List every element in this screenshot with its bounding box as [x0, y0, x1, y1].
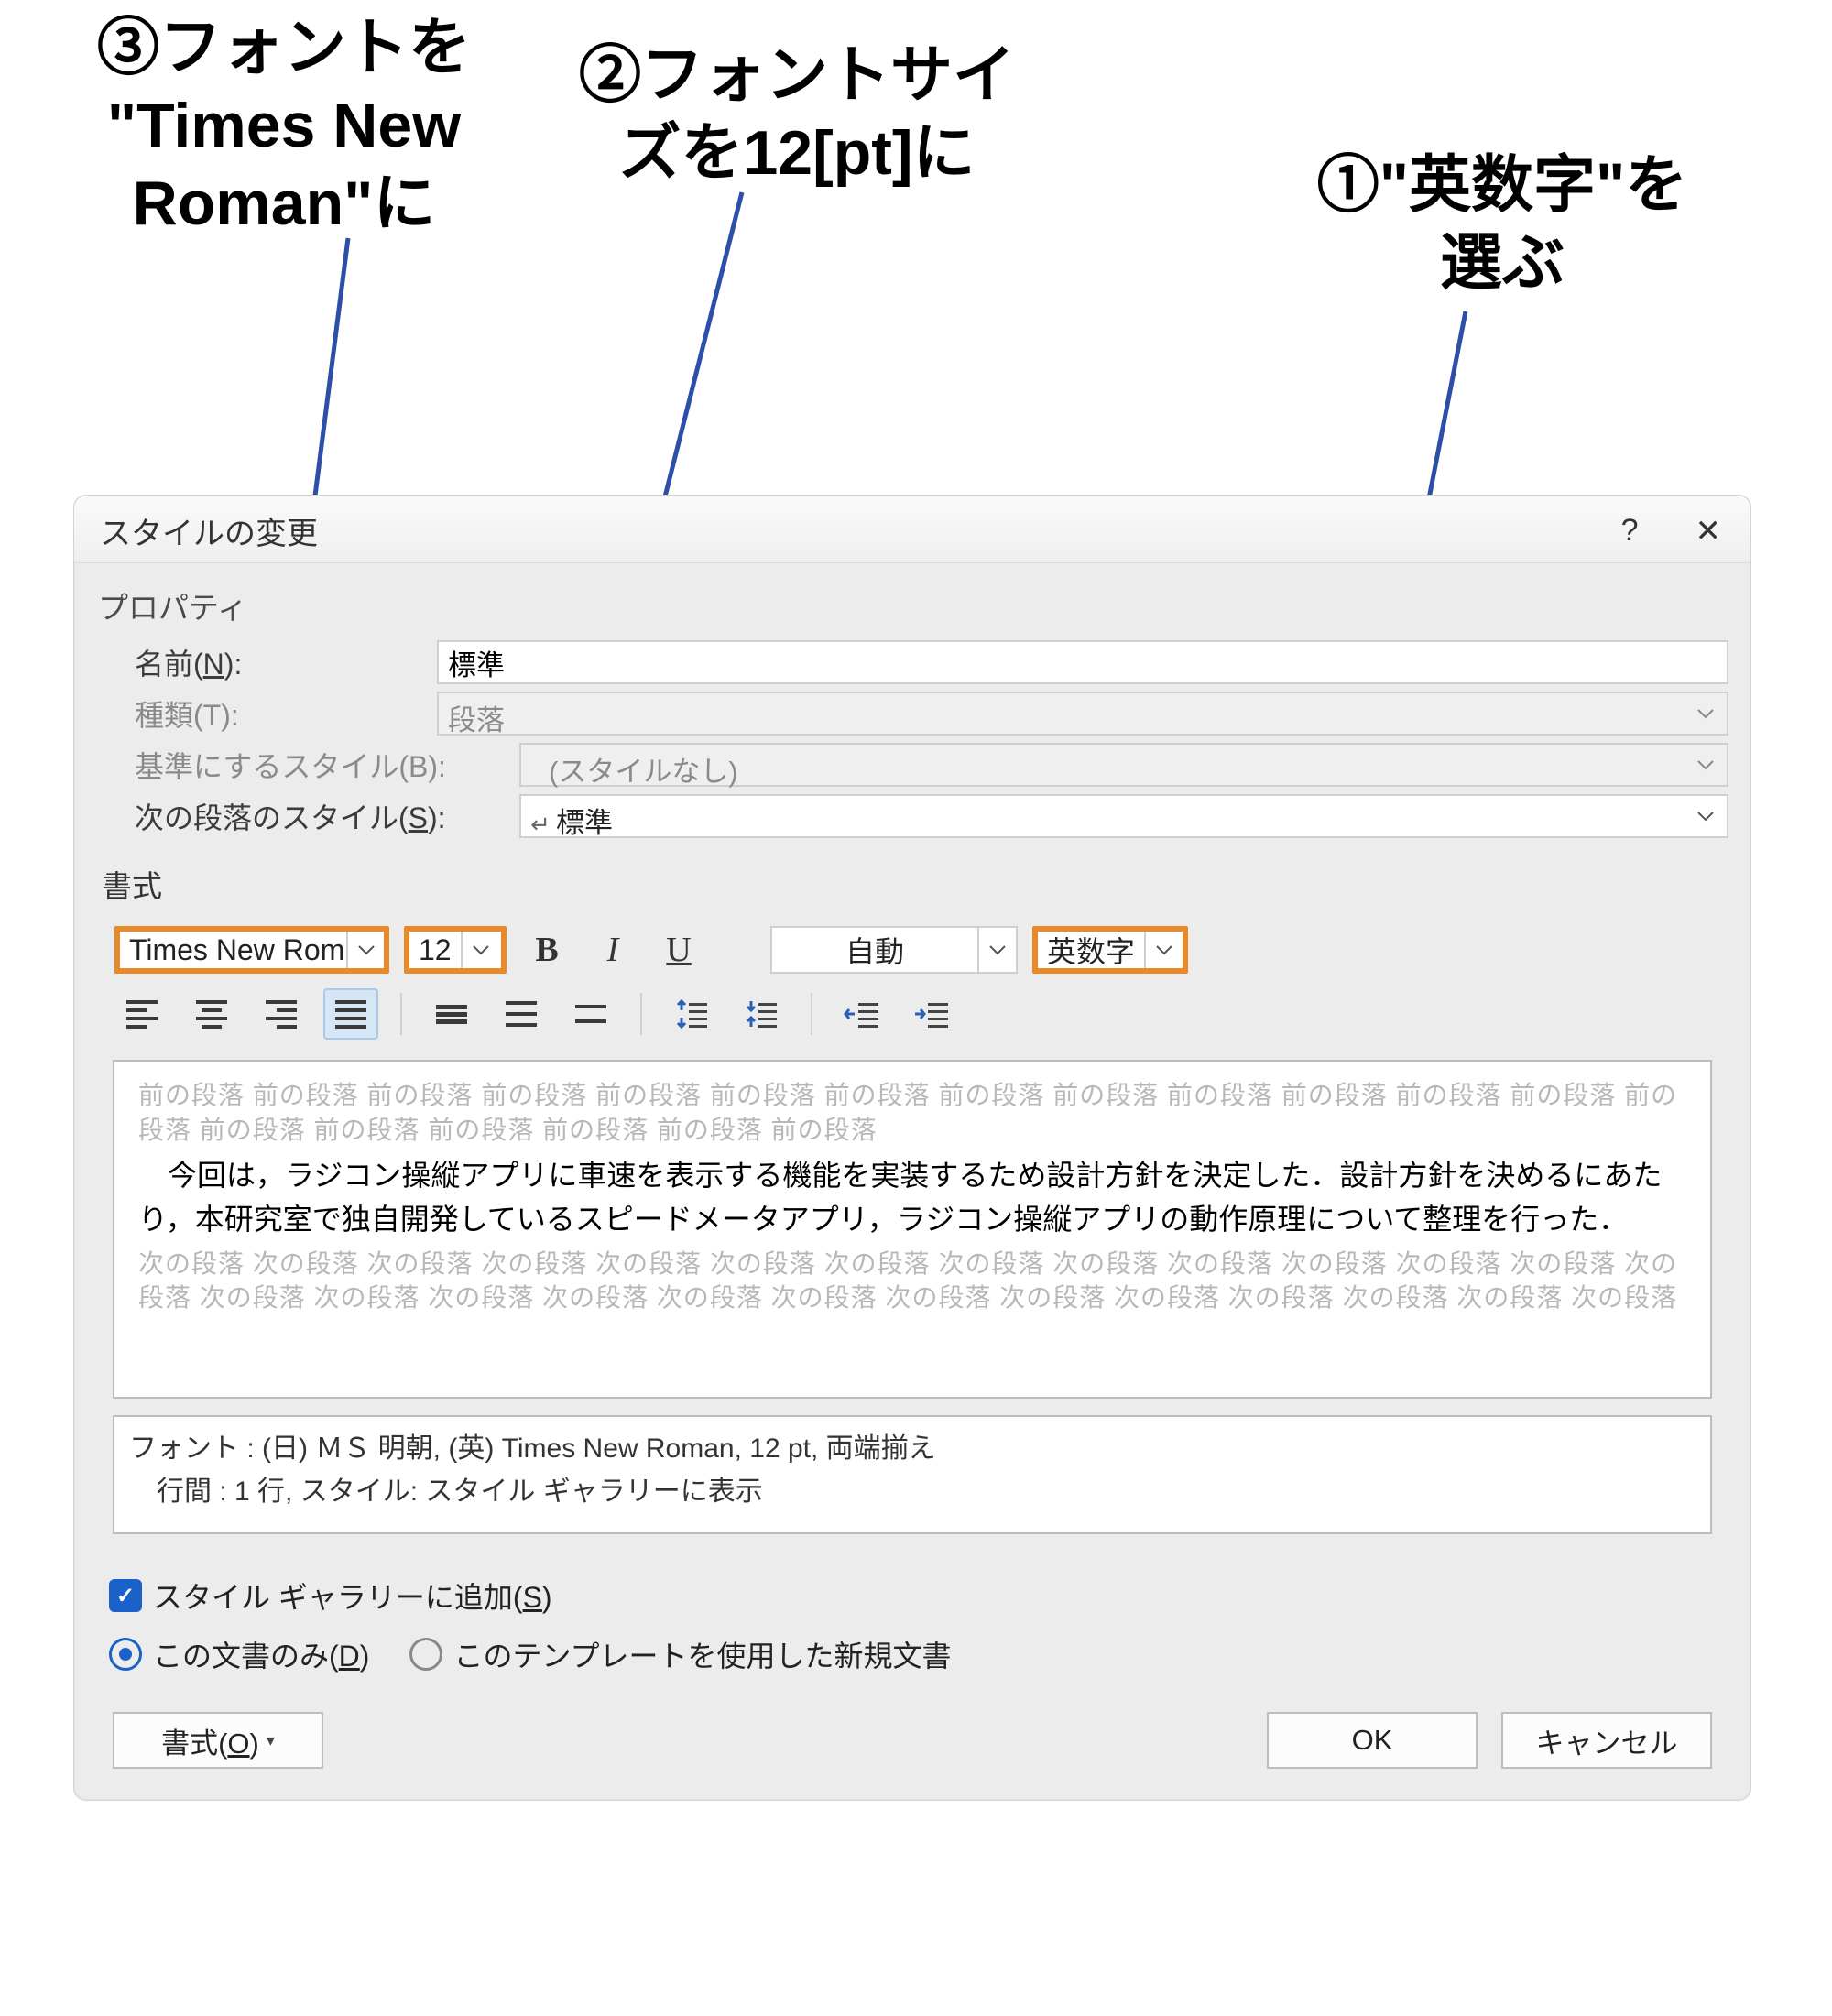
radio-icon — [409, 1638, 442, 1671]
checkbox-add-to-gallery[interactable]: ✓ スタイル ギャラリーに追加(S) — [109, 1575, 552, 1617]
radio-this-document[interactable]: この文書のみ(D) — [109, 1633, 369, 1675]
label-next-style: 次の段落のスタイル(S): — [96, 795, 519, 837]
preview-next-paragraph: 次の段落 次の段落 次の段落 次の段落 次の段落 次の段落 次の段落 次の段落 … — [138, 1247, 1686, 1316]
section-properties: プロパティ — [98, 583, 1728, 627]
italic-button[interactable]: I — [587, 924, 638, 975]
indent-decrease-button[interactable] — [834, 988, 889, 1040]
combo-next-style[interactable]: ↵標準 — [519, 794, 1728, 838]
bold-button[interactable]: B — [521, 924, 572, 975]
summary-line-1: フォント : (日) ＭＳ 明朝, (英) Times New Roman, 1… — [129, 1428, 1696, 1471]
label-based-on: 基準にするスタイル(B): — [96, 744, 519, 786]
chevron-down-icon — [1685, 745, 1727, 785]
font-size-combo[interactable]: 12 — [404, 926, 507, 974]
callout-3: ③フォントを "Times New Roman"に — [55, 9, 513, 243]
font-color-combo[interactable]: 自動 — [770, 926, 1018, 974]
dialog-footer: 書式(O) ▾ OK キャンセル — [113, 1712, 1712, 1769]
indent-increase-button[interactable] — [904, 988, 959, 1040]
combo-based-on-value: (スタイルなし) — [521, 745, 1685, 785]
style-preview: 前の段落 前の段落 前の段落 前の段落 前の段落 前の段落 前の段落 前の段落 … — [113, 1060, 1712, 1399]
combo-based-on: (スタイルなし) — [519, 743, 1728, 787]
line-spacing-2-button[interactable] — [563, 988, 618, 1040]
dialog-title: スタイルの変更 — [100, 508, 318, 553]
para-space-increase-button[interactable] — [664, 988, 719, 1040]
combo-style-type-value: 段落 — [439, 693, 1685, 734]
checkbox-label: スタイル ギャラリーに追加(S) — [153, 1575, 552, 1617]
input-style-name[interactable] — [437, 640, 1728, 684]
underline-button[interactable]: U — [653, 924, 704, 975]
help-button[interactable]: ? — [1621, 513, 1639, 549]
row-name: 名前(N): — [96, 640, 1728, 684]
font-size-value: 12 — [409, 930, 461, 971]
modify-style-dialog: スタイルの変更 ? ✕ プロパティ 名前(N): 種類(T): 段落 基準にする… — [73, 495, 1751, 1801]
font-name-value: Times New Rom — [120, 930, 346, 971]
font-script-combo[interactable]: 英数字 — [1032, 926, 1188, 974]
font-color-value: 自動 — [772, 925, 977, 975]
summary-line-2: 行間 : 1 行, スタイル: スタイル ギャラリーに表示 — [129, 1471, 1696, 1514]
annotation-layer: ③フォントを "Times New Roman"に ②フォントサイ ズを12[p… — [0, 0, 1832, 458]
close-button[interactable]: ✕ — [1690, 511, 1728, 551]
section-format: 書式 — [102, 862, 1728, 906]
label-name: 名前(N): — [96, 641, 437, 683]
paragraph-icon: ↵ — [530, 811, 551, 839]
para-space-decrease-button[interactable] — [734, 988, 789, 1040]
callout-3-text: ③フォントを "Times New Roman"に — [97, 13, 471, 238]
chevron-down-icon: ▾ — [267, 1731, 275, 1750]
ok-button[interactable]: OK — [1267, 1712, 1478, 1769]
align-right-button[interactable] — [254, 988, 309, 1040]
align-justify-button[interactable] — [323, 988, 378, 1040]
row-based-on: 基準にするスタイル(B): (スタイルなし) — [96, 743, 1728, 787]
combo-style-type: 段落 — [437, 692, 1728, 736]
callout-2: ②フォントサイ ズを12[pt]に — [513, 37, 1081, 192]
font-script-value: 英数字 — [1038, 925, 1144, 975]
checkbox-icon: ✓ — [109, 1579, 142, 1612]
align-center-button[interactable] — [184, 988, 239, 1040]
radio-icon — [109, 1638, 142, 1671]
callout-2-text: ②フォントサイ ズを12[pt]に — [579, 40, 1015, 188]
line-spacing-1-5-button[interactable] — [494, 988, 549, 1040]
separator — [400, 993, 402, 1035]
label-type: 種類(T): — [96, 692, 437, 735]
chevron-down-icon[interactable] — [461, 932, 499, 968]
chevron-down-icon[interactable] — [1685, 796, 1727, 836]
separator — [811, 993, 812, 1035]
chevron-down-icon — [1685, 693, 1727, 734]
style-summary: フォント : (日) ＭＳ 明朝, (英) Times New Roman, 1… — [113, 1415, 1712, 1534]
align-left-button[interactable] — [114, 988, 169, 1040]
font-name-combo[interactable]: Times New Rom — [114, 926, 389, 974]
chevron-down-icon[interactable] — [346, 932, 384, 968]
preview-sample-text: 今回は，ラジコン操縦アプリに車速を表示する機能を実装するため設計方針を決定した．… — [138, 1153, 1686, 1241]
row-type: 種類(T): 段落 — [96, 692, 1728, 736]
cancel-button[interactable]: キャンセル — [1501, 1712, 1712, 1769]
chevron-down-icon[interactable] — [1144, 932, 1183, 968]
paragraph-toolbar — [114, 988, 1728, 1040]
chevron-down-icon[interactable] — [977, 928, 1016, 972]
callout-1: ①"英数字"を 選ぶ — [1246, 147, 1759, 302]
radio-label: このテンプレートを使用した新規文書 — [453, 1633, 951, 1675]
row-next-style: 次の段落のスタイル(S): ↵標準 — [96, 794, 1728, 838]
combo-next-style-value: ↵標準 — [521, 796, 1685, 836]
options-area: ✓ スタイル ギャラリーに追加(S) この文書のみ(D) このテンプレートを使用… — [109, 1575, 1719, 1675]
format-section: 書式 Times New Rom 12 B I U — [96, 862, 1728, 1040]
radio-new-docs-template[interactable]: このテンプレートを使用した新規文書 — [409, 1633, 951, 1675]
line-spacing-1-button[interactable] — [424, 988, 479, 1040]
dialog-titlebar: スタイルの変更 ? ✕ — [74, 496, 1750, 563]
preview-prev-paragraph: 前の段落 前の段落 前の段落 前の段落 前の段落 前の段落 前の段落 前の段落 … — [138, 1078, 1686, 1148]
format-menu-button[interactable]: 書式(O) ▾ — [113, 1712, 323, 1769]
separator — [640, 993, 642, 1035]
radio-label: この文書のみ(D) — [153, 1633, 369, 1675]
callout-1-text: ①"英数字"を 選ぶ — [1317, 150, 1687, 298]
format-toolbar: Times New Rom 12 B I U 自動 — [114, 924, 1728, 975]
